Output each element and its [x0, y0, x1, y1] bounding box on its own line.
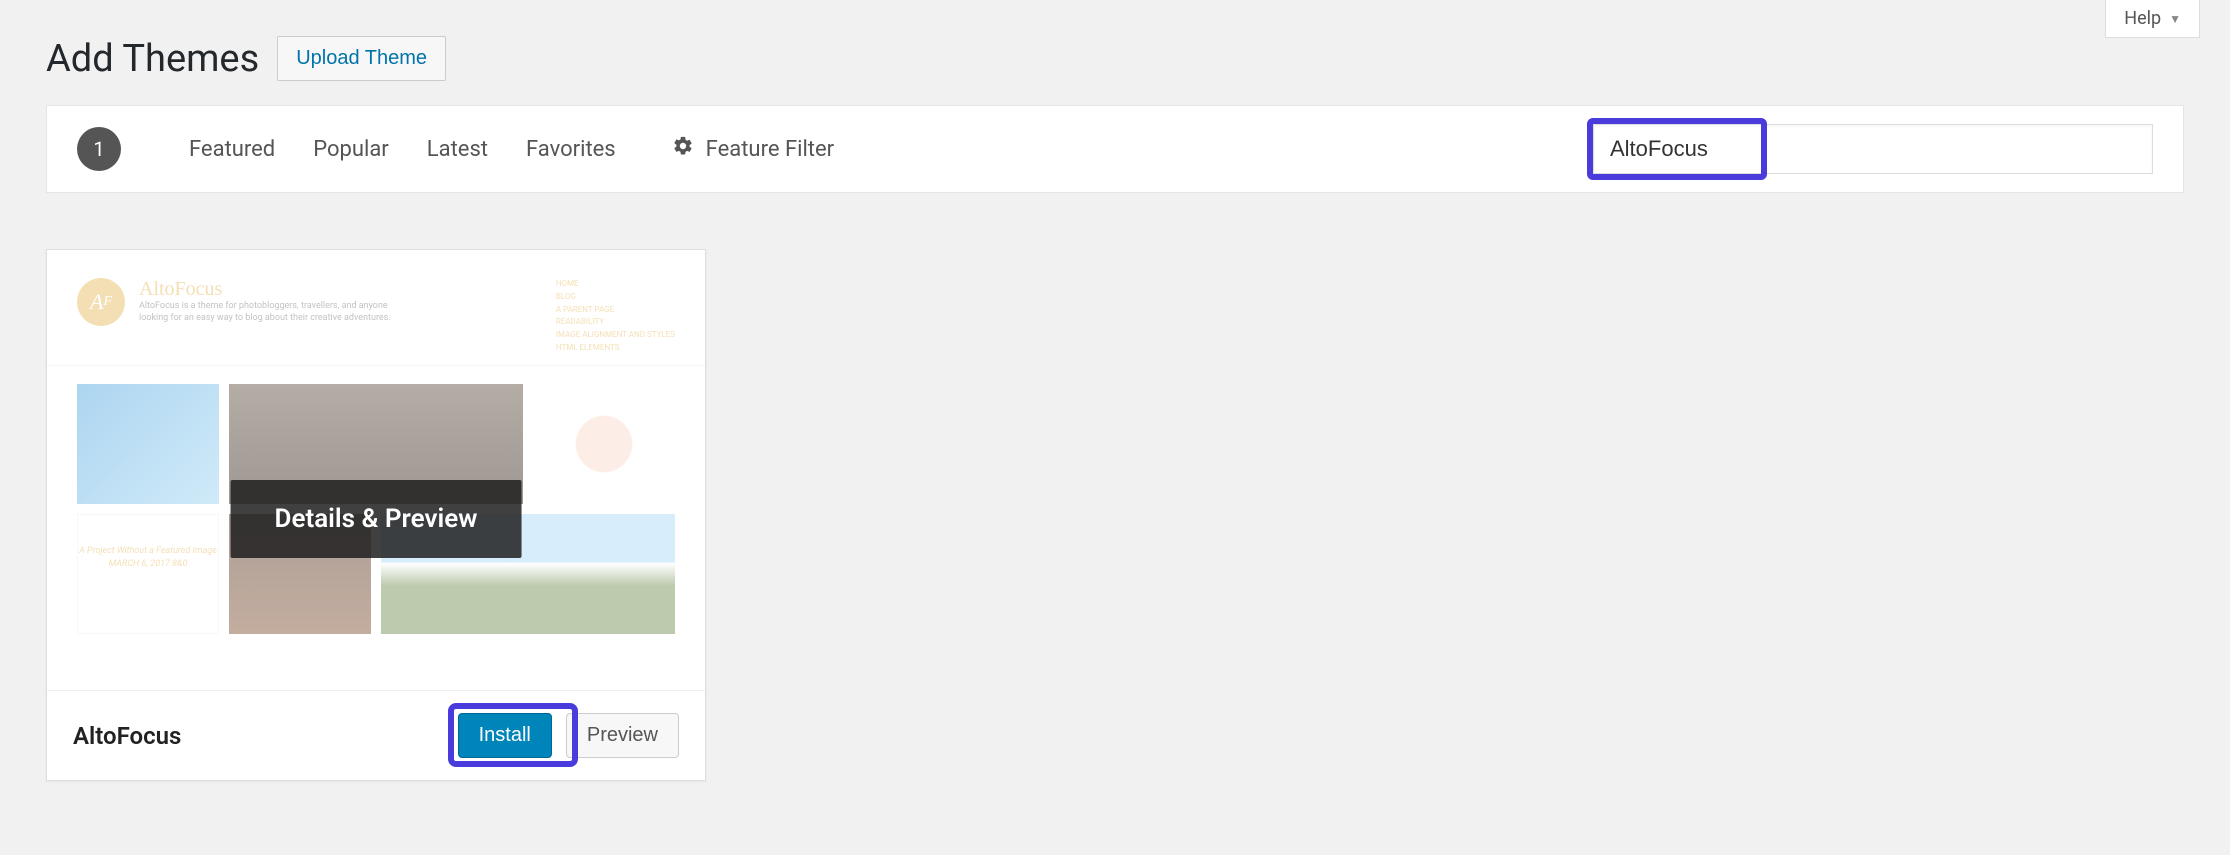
- theme-grid: AF AltoFocus AltoFocus is a theme for ph…: [0, 193, 2230, 837]
- gallery-tile: [533, 384, 675, 504]
- theme-card[interactable]: AF AltoFocus AltoFocus is a theme for ph…: [46, 249, 706, 781]
- help-label: Help: [2124, 8, 2161, 29]
- theme-thumbnail: AF AltoFocus AltoFocus is a theme for ph…: [47, 250, 705, 690]
- theme-search-input[interactable]: [1593, 124, 2153, 174]
- filter-featured[interactable]: Featured: [189, 137, 275, 162]
- gallery-card-text: A Project Without a Featured Image MARCH…: [78, 515, 218, 572]
- feature-filter-button[interactable]: Feature Filter: [672, 135, 834, 163]
- thumb-title: AltoFocus: [139, 278, 399, 301]
- thumb-menu-item: BLOG: [556, 291, 675, 304]
- gallery-tile: [77, 384, 219, 504]
- upload-theme-button[interactable]: Upload Theme: [277, 36, 446, 81]
- thumb-menu: HOME BLOG A PARENT PAGE READABILITY IMAG…: [556, 278, 675, 355]
- feature-filter-label: Feature Filter: [706, 137, 834, 162]
- thumb-menu-item: READABILITY: [556, 316, 675, 329]
- filter-bar: 1 Featured Popular Latest Favorites Feat…: [46, 105, 2184, 193]
- search-wrap: [1593, 124, 2153, 174]
- thumb-menu-item: A PARENT PAGE: [556, 304, 675, 317]
- page-header: Add Themes Upload Theme: [0, 0, 2230, 105]
- thumb-menu-item: HTML ELEMENTS: [556, 342, 675, 355]
- thumb-menu-item: IMAGE ALIGNMENT AND STYLES: [556, 329, 675, 342]
- result-count-badge: 1: [77, 127, 121, 171]
- theme-logo: AF: [77, 278, 125, 326]
- theme-footer: AltoFocus Install Preview: [47, 690, 705, 780]
- install-button[interactable]: Install: [458, 713, 552, 758]
- page-title: Add Themes: [46, 37, 259, 81]
- filter-popular[interactable]: Popular: [313, 137, 389, 162]
- thumb-desc: AltoFocus is a theme for photobloggers, …: [139, 301, 399, 324]
- gear-icon: [672, 135, 694, 163]
- help-tab[interactable]: Help ▼: [2105, 0, 2200, 38]
- filter-favorites[interactable]: Favorites: [526, 137, 616, 162]
- thumb-menu-item: HOME: [556, 278, 675, 291]
- chevron-down-icon: ▼: [2169, 12, 2181, 26]
- gallery-tile: A Project Without a Featured Image MARCH…: [77, 514, 219, 634]
- details-preview-button[interactable]: Details & Preview: [231, 480, 522, 558]
- filter-latest[interactable]: Latest: [427, 137, 488, 162]
- theme-name: AltoFocus: [73, 722, 181, 750]
- preview-button[interactable]: Preview: [566, 713, 679, 758]
